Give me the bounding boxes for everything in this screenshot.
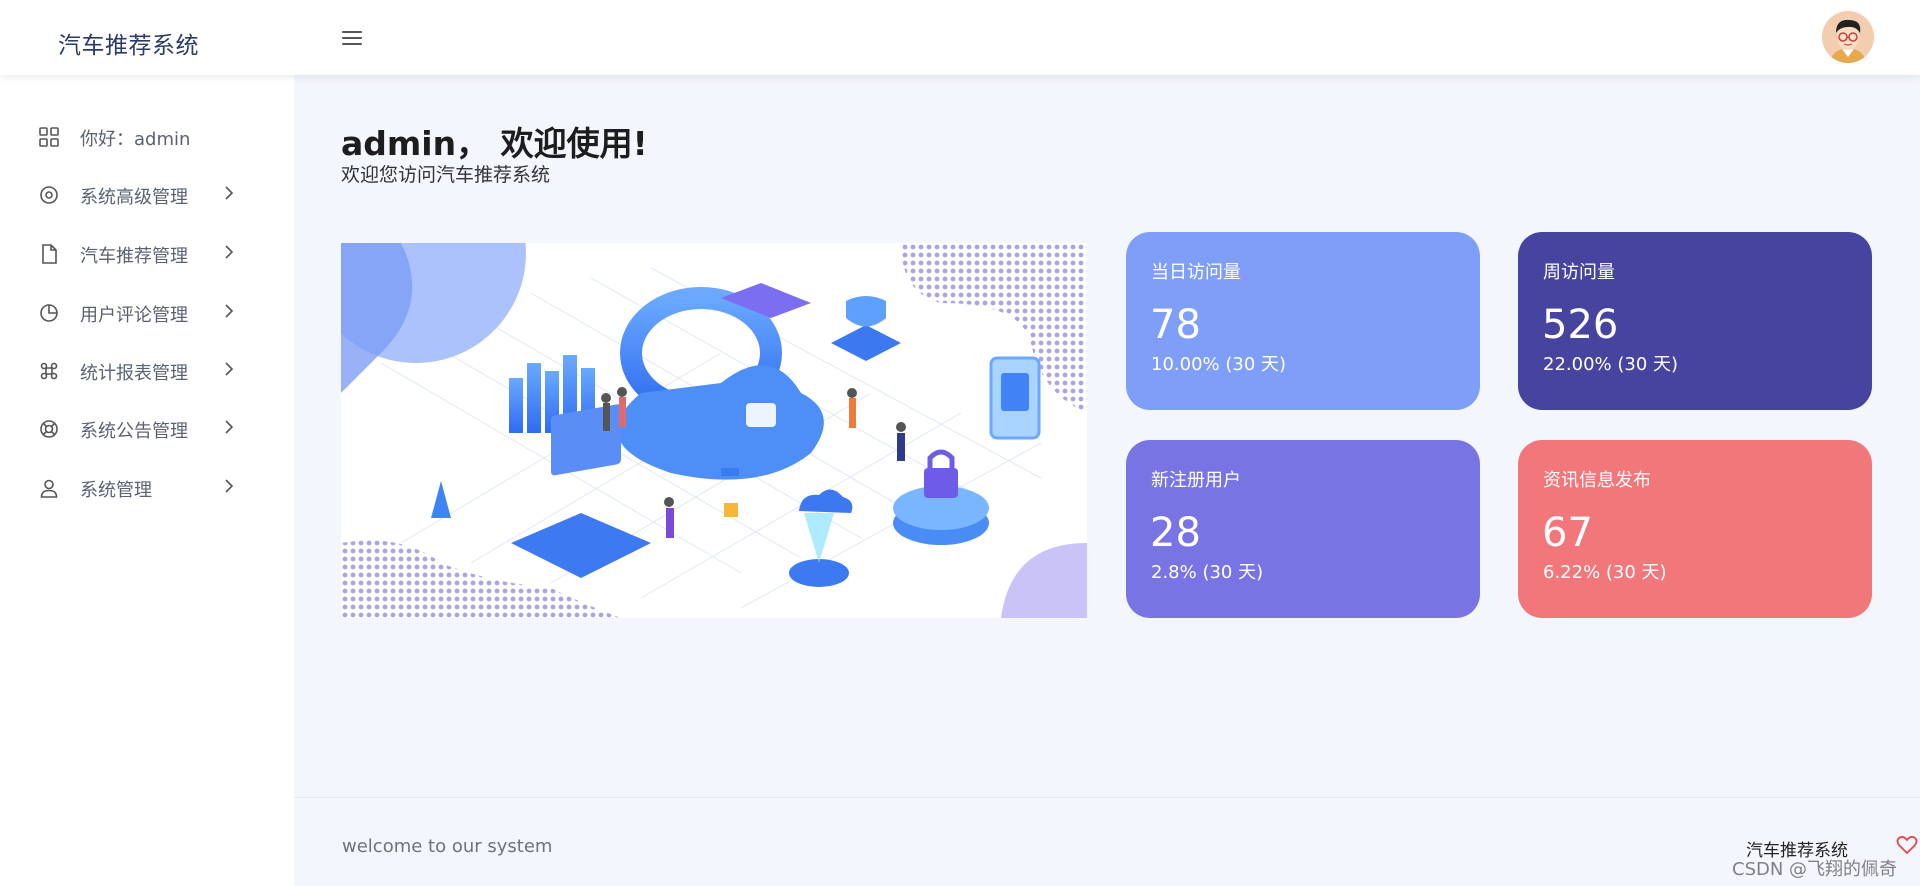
stat-card-new-users: 新注册用户 28 2.8% (30 天) bbox=[1126, 440, 1480, 618]
sidebar-item-label: 你好：admin bbox=[80, 129, 191, 150]
stat-card-daily-visits: 当日访问量 78 10.00% (30 天) bbox=[1126, 232, 1480, 410]
file-icon bbox=[42, 244, 57, 264]
chevron-right-icon bbox=[225, 362, 234, 376]
stat-title: 当日访问量 bbox=[1151, 262, 1241, 283]
sidebar-item-label: 系统公告管理 bbox=[80, 421, 188, 442]
chevron-right-icon bbox=[225, 479, 234, 493]
stat-change: 22.00% (30 天) bbox=[1543, 354, 1679, 375]
heart-icon[interactable] bbox=[1896, 835, 1918, 855]
command-icon bbox=[40, 362, 58, 380]
sidebar-item-label: 统计报表管理 bbox=[80, 363, 188, 384]
pie-chart-icon bbox=[40, 304, 58, 322]
sidebar-item-label: 用户评论管理 bbox=[80, 305, 188, 326]
chevron-right-icon bbox=[225, 245, 234, 259]
chevron-right-icon bbox=[225, 420, 234, 434]
sidebar-item-label: 系统管理 bbox=[80, 480, 152, 501]
stat-change: 10.00% (30 天) bbox=[1151, 354, 1287, 375]
sidebar: 你好：admin 系统高级管理 汽车推荐管理 用户评论管理 统计报表管理 系统公 bbox=[0, 75, 294, 886]
stat-title: 资讯信息发布 bbox=[1543, 470, 1651, 491]
sidebar-item-user-comments[interactable]: 用户评论管理 bbox=[0, 287, 294, 337]
target-icon bbox=[40, 186, 58, 204]
chevron-right-icon bbox=[225, 186, 234, 200]
top-header: 汽车推荐系统 bbox=[0, 0, 1920, 75]
chevron-right-icon bbox=[225, 304, 234, 318]
stat-value: 67 bbox=[1542, 510, 1593, 556]
sidebar-item-announcements[interactable]: 系统公告管理 bbox=[0, 403, 294, 453]
stat-card-weekly-visits: 周访问量 526 22.00% (30 天) bbox=[1518, 232, 1872, 410]
stat-title: 新注册用户 bbox=[1151, 470, 1241, 491]
stat-title: 周访问量 bbox=[1543, 262, 1615, 283]
sidebar-item-greeting[interactable]: 你好：admin bbox=[0, 111, 294, 161]
sidebar-item-statistics[interactable]: 统计报表管理 bbox=[0, 345, 294, 395]
stat-change: 2.8% (30 天) bbox=[1151, 562, 1264, 583]
sidebar-item-label: 汽车推荐管理 bbox=[80, 246, 188, 267]
stat-value: 526 bbox=[1542, 302, 1619, 348]
sidebar-item-label: 系统高级管理 bbox=[80, 187, 188, 208]
user-avatar[interactable] bbox=[1822, 11, 1874, 63]
user-icon bbox=[40, 479, 58, 498]
lifebuoy-icon bbox=[40, 420, 58, 438]
footer: welcome to our system 汽车推荐系统 bbox=[294, 797, 1920, 886]
hero-illustration bbox=[341, 243, 1087, 618]
page-subtitle: 欢迎您访问汽车推荐系统 bbox=[341, 164, 551, 186]
hamburger-icon[interactable] bbox=[340, 28, 366, 48]
csdn-watermark: CSDN @飞翔的佩奇 bbox=[1732, 859, 1898, 880]
sidebar-item-advanced-admin[interactable]: 系统高级管理 bbox=[0, 169, 294, 219]
sidebar-item-car-recommend[interactable]: 汽车推荐管理 bbox=[0, 228, 294, 278]
stat-card-news-published: 资讯信息发布 67 6.22% (30 天) bbox=[1518, 440, 1872, 618]
stat-value: 78 bbox=[1150, 302, 1201, 348]
footer-welcome-text: welcome to our system bbox=[342, 836, 553, 857]
main-content: admin， 欢迎使用! 欢迎您访问汽车推荐系统 当日访问量 78 10.00%… bbox=[294, 75, 1920, 886]
app-title: 汽车推荐系统 bbox=[58, 33, 199, 59]
stat-value: 28 bbox=[1150, 510, 1201, 556]
page-title: admin， 欢迎使用! bbox=[341, 124, 648, 163]
sidebar-item-system-admin[interactable]: 系统管理 bbox=[0, 462, 294, 512]
grid-icon bbox=[39, 127, 59, 147]
stat-change: 6.22% (30 天) bbox=[1543, 562, 1667, 583]
